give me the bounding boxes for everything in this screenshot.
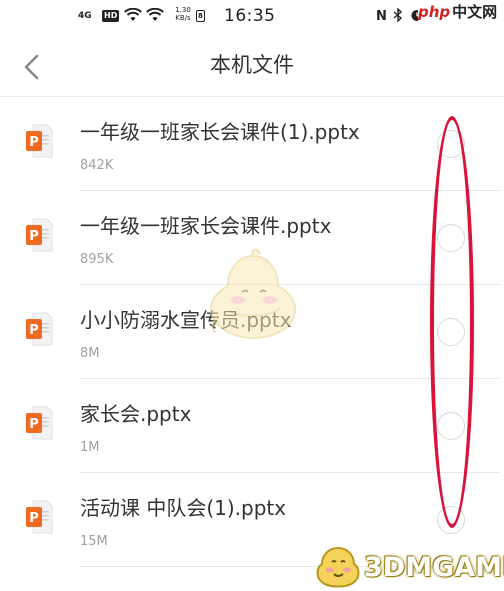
chevron-left-icon <box>24 54 39 80</box>
list-item[interactable]: P 家长会.pptx 1M <box>0 379 504 473</box>
list-item[interactable]: P 一年级一班家长会课件(1).pptx 842K <box>0 97 504 191</box>
page-title: 本机文件 <box>210 53 294 77</box>
svg-text:P: P <box>29 135 39 150</box>
nfc-icon: N <box>376 9 387 24</box>
file-size: 15M <box>80 534 108 549</box>
file-size: 895K <box>80 252 114 267</box>
hd-badge: HD <box>102 10 120 22</box>
select-radio[interactable] <box>437 318 465 346</box>
header: 本机文件 <box>0 34 504 97</box>
svg-text:P: P <box>29 511 39 526</box>
file-size: 1M <box>80 440 100 455</box>
select-radio[interactable] <box>437 224 465 252</box>
pptx-file-icon: P <box>26 124 53 158</box>
speed-unit: KB/s <box>175 14 191 22</box>
dual-sim-badge: 8 <box>196 10 205 22</box>
pptx-file-icon: P <box>26 500 53 534</box>
file-name: 一年级一班家长会课件.pptx <box>80 214 332 238</box>
divider <box>80 566 500 567</box>
pptx-file-icon: P <box>26 218 53 252</box>
file-picker-screen: 4G HD 1.30 KB/s 8 16:35 N php 中文网 本机文件 P… <box>0 0 504 591</box>
svg-text:P: P <box>29 229 39 244</box>
list-item[interactable]: P 活动课 中队会(1).pptx 15M <box>0 473 504 567</box>
list-item[interactable]: P 小小防溺水宣传员.pptx 8M <box>0 285 504 379</box>
file-name: 小小防溺水宣传员.pptx <box>80 308 292 332</box>
pptx-file-icon: P <box>26 312 53 346</box>
select-radio[interactable] <box>437 130 465 158</box>
network-indicator: 4G <box>78 11 92 21</box>
file-name: 一年级一班家长会课件(1).pptx <box>80 120 360 144</box>
file-name: 活动课 中队会(1).pptx <box>80 496 287 520</box>
wifi-icon <box>124 7 142 26</box>
watermark-php-text: php <box>418 3 451 21</box>
select-radio[interactable] <box>437 412 465 440</box>
file-size: 8M <box>80 346 100 361</box>
pptx-file-icon: P <box>26 406 53 440</box>
watermark-cn-text: 中文网 <box>452 3 498 21</box>
svg-text:P: P <box>29 417 39 432</box>
network-speed: 1.30 KB/s <box>172 6 194 22</box>
bluetooth-icon <box>393 7 403 27</box>
svg-text:P: P <box>29 323 39 338</box>
select-radio[interactable] <box>437 506 465 534</box>
back-button[interactable] <box>12 46 52 86</box>
wifi-signal-icon <box>146 7 164 26</box>
php-cn-watermark: php 中文网 <box>418 0 504 24</box>
speed-value: 1.30 <box>175 6 191 14</box>
file-name: 家长会.pptx <box>80 402 192 426</box>
list-item[interactable]: P 一年级一班家长会课件.pptx 895K <box>0 191 504 285</box>
status-time: 16:35 <box>224 6 276 26</box>
file-size: 842K <box>80 158 114 173</box>
